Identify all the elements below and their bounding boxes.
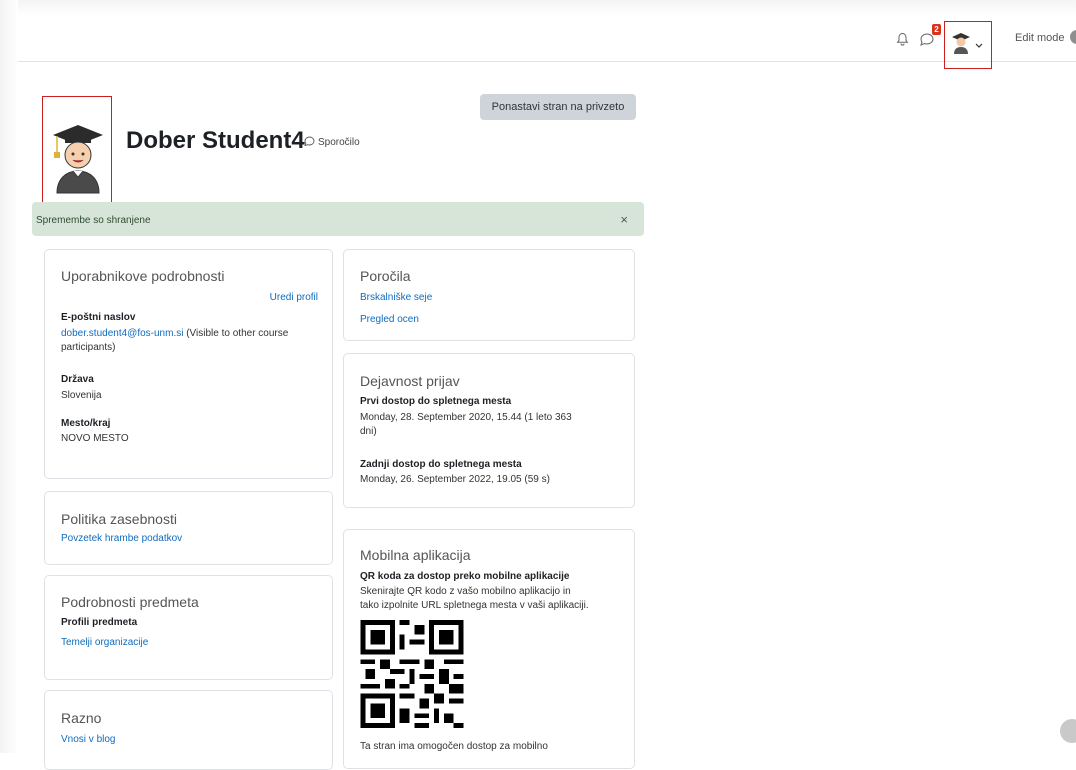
user-details-title: Uporabnikove podrobnosti	[61, 268, 225, 284]
grades-overview-link[interactable]: Pregled ocen	[360, 314, 419, 325]
course-details-card: Podrobnosti predmeta Profili predmeta Te…	[44, 575, 333, 680]
course-link[interactable]: Temelji organizacije	[61, 637, 148, 648]
misc-card: Razno Vnosi v blog	[44, 690, 333, 770]
email-visibility-note-cont: participants)	[61, 342, 116, 353]
data-retention-link[interactable]: Povzetek hrambe podatkov	[61, 533, 182, 544]
reset-page-button[interactable]: Ponastavi stran na privzeto	[480, 94, 636, 120]
qr-desc-line-1: Skenirajte QR kodo z vašo mobilno aplika…	[360, 586, 571, 597]
close-icon[interactable]: ×	[620, 212, 628, 227]
city-label: Mesto/kraj	[61, 418, 111, 429]
qr-code-icon	[360, 620, 464, 728]
alert-message: Spremembe so shranjene	[36, 215, 151, 226]
reports-title: Poročila	[360, 268, 411, 284]
city-value: NOVO MESTO	[61, 433, 129, 444]
country-label: Država	[61, 374, 94, 385]
profile-name-heading: Dober Student4	[126, 127, 305, 154]
first-access-duration: dni)	[360, 426, 377, 437]
mobile-app-title: Mobilna aplikacija	[360, 547, 471, 563]
user-menu-toggle[interactable]	[944, 21, 992, 69]
top-navbar: 2 Edit mode	[18, 16, 1076, 69]
success-alert: Spremembe so shranjene ×	[32, 202, 644, 236]
edit-profile-link[interactable]: Uredi profil	[270, 292, 318, 303]
first-access-label: Prvi dostop do spletnega mesta	[360, 396, 512, 407]
login-activity-card: Dejavnost prijav Prvi dostop do spletneg…	[343, 353, 635, 508]
email-row: dober.student4@fos-unm.si (Visible to ot…	[61, 327, 329, 355]
chevron-down-icon	[975, 36, 983, 54]
messages-count-badge: 2	[932, 24, 941, 35]
privacy-policy-title: Politika zasebnosti	[61, 511, 177, 527]
email-link[interactable]: dober.student4@fos-unm.si	[61, 328, 183, 339]
profile-picture[interactable]	[42, 96, 112, 206]
first-access-date: Monday, 28. September 2020, 15.44 (1 let…	[360, 412, 572, 423]
qr-code-label: QR koda za dostop preko mobilne aplikaci…	[360, 571, 570, 582]
first-access-value: Monday, 28. September 2020, 15.44 (1 let…	[360, 411, 630, 439]
last-access-value: Monday, 26. September 2022, 19.05 (59 s)	[360, 474, 550, 485]
mobile-access-note: Ta stran ima omogočen dostop za mobilno	[360, 741, 548, 752]
last-access-label: Zadnji dostop do spletnega mesta	[360, 459, 522, 470]
messages-chat-icon[interactable]: 2	[916, 24, 941, 50]
reports-card: Poročila Brskalniške seje Pregled ocen	[343, 249, 635, 341]
country-value: Slovenija	[61, 390, 102, 401]
browser-sessions-link[interactable]: Brskalniške seje	[360, 292, 432, 303]
qr-code-description: Skenirajte QR kodo z vašo mobilno aplika…	[360, 585, 630, 613]
privacy-policy-card: Politika zasebnosti Povzetek hrambe poda…	[44, 491, 333, 565]
window-shadow-top	[0, 0, 1076, 16]
footer-help-button[interactable]	[1060, 719, 1076, 743]
window-shadow-left	[0, 0, 18, 753]
edit-mode-toggle[interactable]	[1070, 30, 1076, 44]
student-avatar-icon	[53, 125, 103, 194]
edit-mode-label: Edit mode	[1015, 32, 1065, 44]
send-message-label: Sporočilo	[318, 137, 360, 148]
course-details-title: Podrobnosti predmeta	[61, 594, 199, 610]
user-avatar-icon	[951, 32, 971, 59]
send-message-link[interactable]: Sporočilo	[304, 136, 360, 149]
user-details-card: Uporabnikove podrobnosti Uredi profil E-…	[44, 249, 333, 479]
misc-title: Razno	[61, 710, 102, 726]
speech-bubble-icon	[304, 136, 315, 149]
email-label: E-poštni naslov	[61, 312, 136, 323]
page: 2 Edit mode Ponastavi stran na privzeto	[0, 0, 1076, 770]
qr-desc-line-2: tako izpolnite URL spletnega mesta v vaš…	[360, 600, 589, 611]
mobile-app-card: Mobilna aplikacija QR koda za dostop pre…	[343, 529, 635, 769]
login-activity-title: Dejavnost prijav	[360, 373, 460, 389]
email-visibility-note: (Visible to other course	[183, 328, 289, 339]
course-profiles-label: Profili predmeta	[61, 617, 138, 628]
blog-entries-link[interactable]: Vnosi v blog	[61, 734, 115, 745]
notifications-bell-icon[interactable]	[891, 28, 913, 50]
